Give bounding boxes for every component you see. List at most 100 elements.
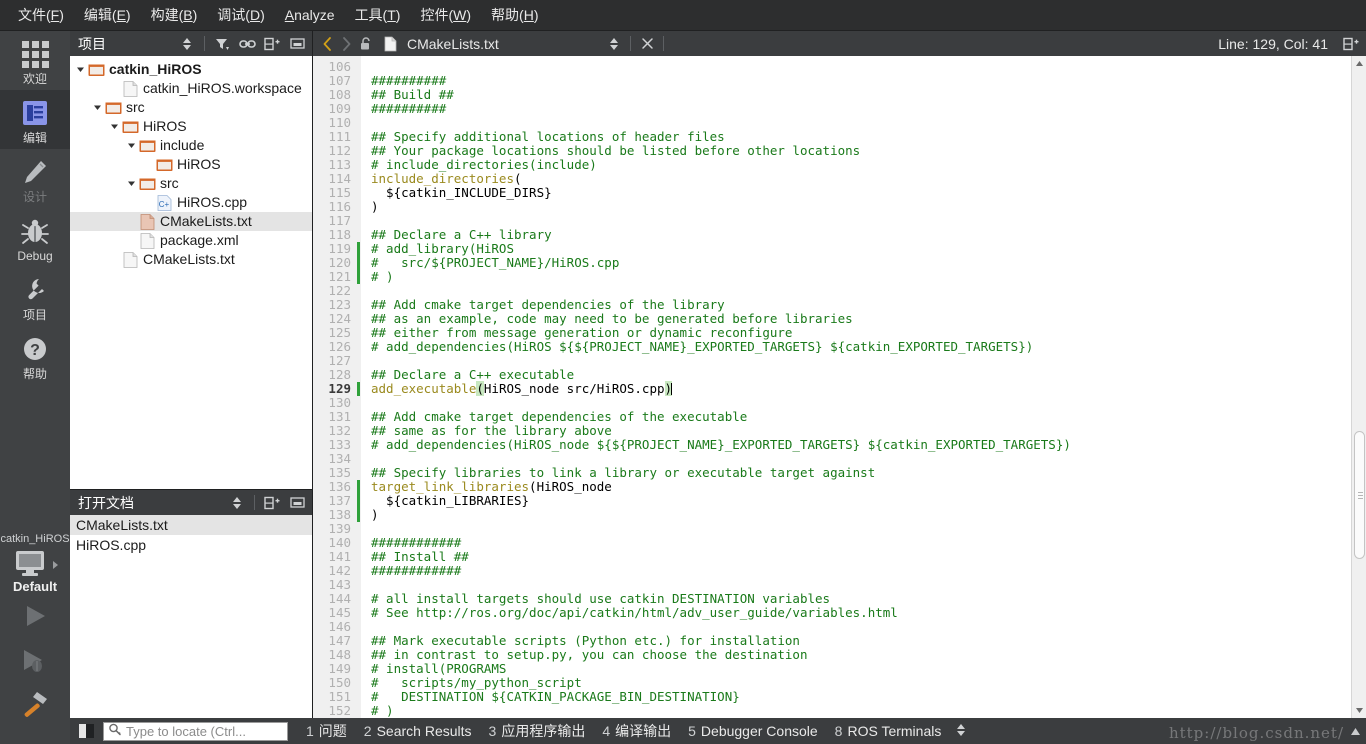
code-line-137[interactable]: 137 ${catkin_LIBRARIES} [313, 494, 1351, 508]
minimize-icon[interactable] [286, 492, 308, 513]
tree-item-2[interactable]: src [70, 98, 312, 117]
tree-item-8[interactable]: CMakeLists.txt [70, 212, 312, 231]
open-documents-list[interactable]: CMakeLists.txt HiROS.cpp [70, 515, 312, 718]
tree-item-3[interactable]: HiROS [70, 117, 312, 136]
editor-vertical-scrollbar[interactable] [1351, 56, 1366, 718]
code-line-141[interactable]: 141 ## Install ## [313, 550, 1351, 564]
code-line-112[interactable]: 112 ## Your package locations should be l… [313, 144, 1351, 158]
output-pane-button-5[interactable]: 8 ROS Terminals [835, 723, 942, 739]
scroll-up-icon[interactable] [1352, 56, 1366, 71]
code-line-113[interactable]: 113 # include_directories(include) [313, 158, 1351, 172]
editor-tab-label[interactable]: CMakeLists.txt [407, 36, 499, 52]
code-line-150[interactable]: 150 # scripts/my_python_script [313, 676, 1351, 690]
code-line-115[interactable]: 115 ${catkin_INCLUDE_DIRS} [313, 186, 1351, 200]
mode-button-1[interactable]: 编辑 [0, 90, 70, 149]
code-line-114[interactable]: 114 include_directories( [313, 172, 1351, 186]
code-line-124[interactable]: 124 ## as an example, code may need to be… [313, 312, 1351, 326]
mode-button-4[interactable]: 项目 [0, 267, 70, 326]
project-tree[interactable]: catkin_HiROS catkin_HiROS.workspace src HiR… [70, 56, 312, 489]
debug-button[interactable] [0, 638, 70, 682]
chevron-down-icon[interactable] [125, 177, 138, 190]
minimize-icon[interactable] [286, 33, 308, 54]
code-line-145[interactable]: 145 # See http://ros.org/doc/api/catkin/h… [313, 606, 1351, 620]
open-document-item-1[interactable]: HiROS.cpp [70, 535, 312, 555]
code-line-110[interactable]: 110 [313, 116, 1351, 130]
tree-item-4[interactable]: include [70, 136, 312, 155]
tree-item-5[interactable]: HiROS [70, 155, 312, 174]
code-line-126[interactable]: 126 # add_dependencies(HiROS ${${PROJECT_… [313, 340, 1351, 354]
updown-icon[interactable] [603, 33, 625, 54]
mode-button-5[interactable]: ? 帮助 [0, 326, 70, 385]
code-line-144[interactable]: 144 # all install targets should use catk… [313, 592, 1351, 606]
kit-target-selector[interactable] [11, 548, 60, 578]
updown-icon[interactable] [955, 723, 967, 740]
code-line-125[interactable]: 125 ## either from message generation or … [313, 326, 1351, 340]
code-line-117[interactable]: 117 [313, 214, 1351, 228]
code-line-128[interactable]: 128 ## Declare a C++ executable [313, 368, 1351, 382]
tree-item-0[interactable]: catkin_HiROS [70, 60, 312, 79]
split-icon[interactable] [1340, 33, 1362, 54]
code-line-133[interactable]: 133 # add_dependencies(HiROS_node ${${PRO… [313, 438, 1351, 452]
code-line-109[interactable]: 109 ########## [313, 102, 1351, 116]
code-line-142[interactable]: 142 ############ [313, 564, 1351, 578]
menu-item-6[interactable]: 控件(W) [410, 1, 481, 29]
code-line-147[interactable]: 147 ## Mark executable scripts (Python et… [313, 634, 1351, 648]
sort-icon[interactable] [226, 492, 248, 513]
code-line-122[interactable]: 122 [313, 284, 1351, 298]
menu-item-3[interactable]: 调试(D) [207, 1, 274, 29]
code-line-116[interactable]: 116) [313, 200, 1351, 214]
code-line-140[interactable]: 140 ############ [313, 536, 1351, 550]
menu-item-4[interactable]: Analyze [275, 3, 345, 27]
menu-item-2[interactable]: 构建(B) [141, 1, 208, 29]
tree-item-1[interactable]: catkin_HiROS.workspace [70, 79, 312, 98]
chevron-down-icon[interactable] [125, 139, 138, 152]
scrollbar-thumb[interactable] [1354, 431, 1365, 559]
code-editor[interactable]: 106 107 ########## 108 ## Build ## 109 #######… [313, 56, 1366, 718]
chevron-down-icon[interactable] [108, 120, 121, 133]
code-line-111[interactable]: 111 ## Specify additional locations of he… [313, 130, 1351, 144]
unlock-icon[interactable] [356, 33, 375, 55]
tree-item-7[interactable]: C+ HiROS.cpp [70, 193, 312, 212]
code-line-118[interactable]: 118 ## Declare a C++ library [313, 228, 1351, 242]
code-line-121[interactable]: 121 # ) [313, 270, 1351, 284]
output-pane-button-1[interactable]: 2 Search Results [364, 723, 472, 739]
code-line-149[interactable]: 149 # install(PROGRAMS [313, 662, 1351, 676]
code-line-138[interactable]: 138) [313, 508, 1351, 522]
tree-item-9[interactable]: package.xml [70, 231, 312, 250]
code-line-132[interactable]: 132 ## same as for the library above [313, 424, 1351, 438]
code-line-127[interactable]: 127 [313, 354, 1351, 368]
code-line-135[interactable]: 135 ## Specify libraries to link a librar… [313, 466, 1351, 480]
run-button[interactable] [0, 594, 70, 638]
code-line-146[interactable]: 146 [313, 620, 1351, 634]
build-button[interactable] [0, 682, 70, 726]
menu-item-0[interactable]: 文件(F) [8, 1, 74, 29]
code-line-143[interactable]: 143 [313, 578, 1351, 592]
close-icon[interactable] [636, 33, 658, 54]
output-pane-button-0[interactable]: 1 问题 [306, 721, 347, 741]
code-line-152[interactable]: 152 # ) [313, 704, 1351, 718]
code-line-123[interactable]: 123 ## Add cmake target dependencies of t… [313, 298, 1351, 312]
filter-icon[interactable] [211, 33, 233, 54]
code-line-130[interactable]: 130 [313, 396, 1351, 410]
code-line-136[interactable]: 136 target_link_libraries(HiROS_node [313, 480, 1351, 494]
code-line-108[interactable]: 108 ## Build ## [313, 88, 1351, 102]
code-line-151[interactable]: 151 # DESTINATION ${CATKIN_PACKAGE_BIN_DE… [313, 690, 1351, 704]
split-icon[interactable] [261, 492, 283, 513]
code-line-139[interactable]: 139 [313, 522, 1351, 536]
code-line-107[interactable]: 107 ########## [313, 74, 1351, 88]
link-icon[interactable] [236, 33, 258, 54]
code-line-148[interactable]: 148 ## in contrast to setup.py, you can c… [313, 648, 1351, 662]
menu-item-1[interactable]: 编辑(E) [74, 1, 141, 29]
output-pane-button-2[interactable]: 3 应用程序输出 [489, 721, 586, 741]
tree-item-10[interactable]: CMakeLists.txt [70, 250, 312, 269]
back-arrow-icon[interactable] [318, 33, 337, 55]
scroll-down-icon[interactable] [1352, 703, 1366, 718]
resize-corner-icon[interactable] [1344, 718, 1366, 744]
code-line-129[interactable]: 129 add_executable(HiROS_node src/HiROS.c… [313, 381, 1351, 396]
locator-input[interactable]: Type to locate (Ctrl... [103, 721, 288, 741]
code-line-134[interactable]: 134 [313, 452, 1351, 466]
sidebar-toggle-icon[interactable] [75, 722, 97, 740]
code-line-120[interactable]: 120 # src/${PROJECT_NAME}/HiROS.cpp [313, 256, 1351, 270]
mode-button-3[interactable]: Debug [0, 208, 70, 267]
split-icon[interactable] [261, 33, 283, 54]
